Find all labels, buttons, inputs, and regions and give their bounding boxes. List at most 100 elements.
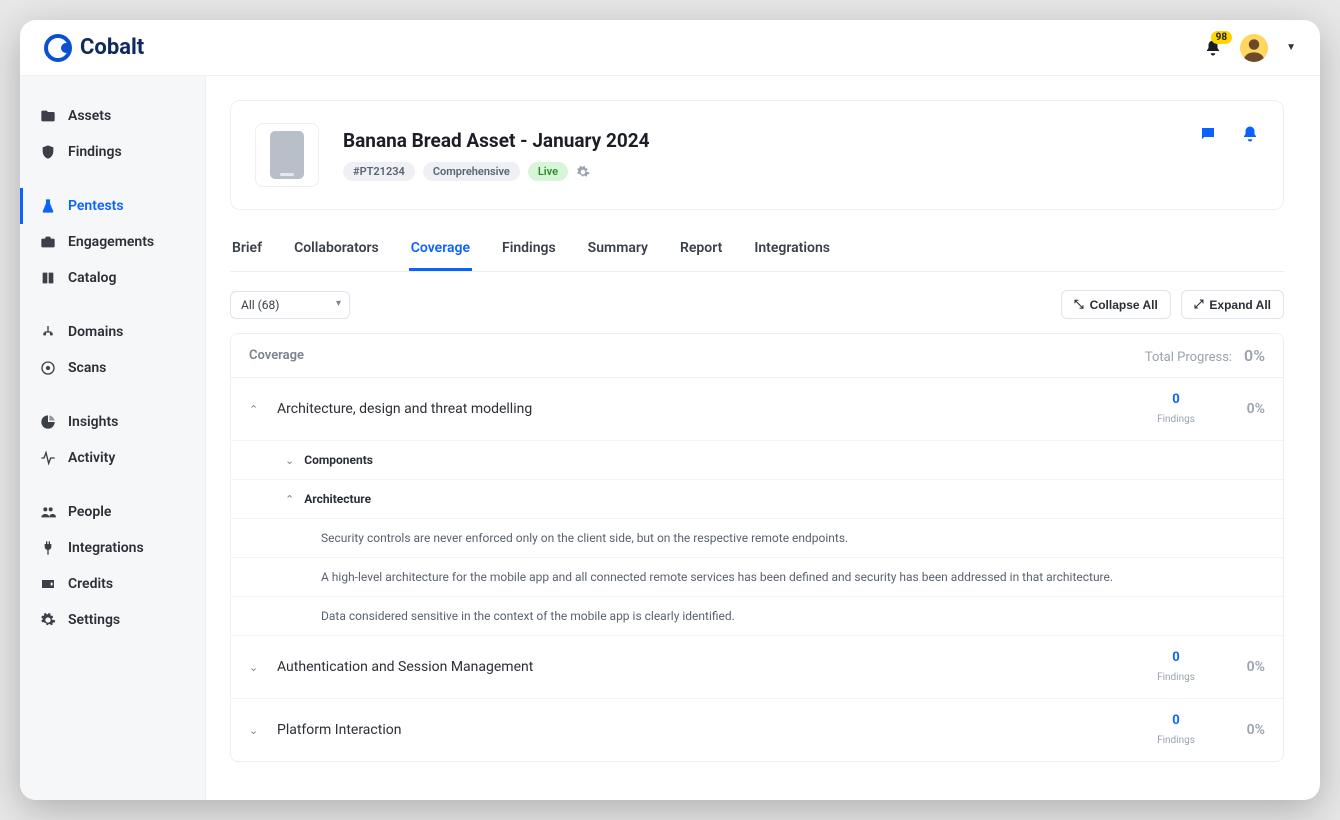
sidebar-item-domains[interactable]: Domains xyxy=(20,314,205,350)
brand-logo-icon xyxy=(44,34,72,62)
sidebar-item-findings[interactable]: Findings xyxy=(20,134,205,170)
asset-id-chip: #PT21234 xyxy=(343,162,415,181)
body: Assets Findings Pentests Engagements xyxy=(20,76,1320,800)
tab-integrations[interactable]: Integrations xyxy=(752,228,832,271)
filter-label: All (68) xyxy=(241,298,279,312)
coverage-leaf[interactable]: Data considered sensitive in the context… xyxy=(231,597,1283,636)
row-title: Architecture, design and threat modellin… xyxy=(277,401,1141,417)
tab-findings[interactable]: Findings xyxy=(500,228,558,271)
sidebar-item-activity[interactable]: Activity xyxy=(20,440,205,476)
subrow-title: Components xyxy=(304,453,373,467)
row-findings[interactable]: 0 Findings xyxy=(1141,713,1211,747)
row-pct: 0% xyxy=(1211,659,1265,675)
expand-label: Expand All xyxy=(1209,298,1271,312)
target-icon xyxy=(40,360,56,376)
tab-coverage[interactable]: Coverage xyxy=(409,228,472,271)
sidebar-item-label: Pentests xyxy=(68,198,124,214)
sidebar-item-insights[interactable]: Insights xyxy=(20,404,205,440)
sidebar-item-label: Engagements xyxy=(68,234,154,250)
chevron-up-icon: ⌃ xyxy=(285,493,294,506)
sidebar-item-label: Catalog xyxy=(68,270,116,286)
pie-icon xyxy=(40,414,56,430)
coverage-leaf[interactable]: A high-level architecture for the mobile… xyxy=(231,558,1283,597)
row-title: Platform Interaction xyxy=(277,722,1141,738)
total-progress-label: Total Progress: xyxy=(1145,350,1232,365)
asset-type-chip: Comprehensive xyxy=(423,162,520,181)
briefcase-icon xyxy=(40,234,56,250)
sidebar-item-label: Findings xyxy=(68,144,122,160)
notifications-badge: 98 xyxy=(1211,31,1232,44)
sidebar: Assets Findings Pentests Engagements xyxy=(20,76,206,800)
chevron-down-icon: ⌄ xyxy=(249,661,267,674)
chevron-down-icon: ⌄ xyxy=(249,724,267,737)
sidebar-item-label: Assets xyxy=(68,108,111,124)
gear-icon xyxy=(40,612,56,628)
topbar-actions: 98 ▼ xyxy=(1204,34,1296,62)
row-findings[interactable]: 0 Findings xyxy=(1141,650,1211,684)
asset-header-card: Banana Bread Asset - January 2024 #PT212… xyxy=(230,100,1284,210)
tab-collaborators[interactable]: Collaborators xyxy=(292,228,381,271)
subscribe-button[interactable] xyxy=(1241,125,1259,143)
sidebar-item-integrations[interactable]: Integrations xyxy=(20,530,205,566)
asset-status-chip: Live xyxy=(528,162,568,181)
sidebar-item-people[interactable]: People xyxy=(20,494,205,530)
collapse-all-button[interactable]: ⤡ Collapse All xyxy=(1061,290,1171,319)
account-menu-caret[interactable]: ▼ xyxy=(1286,42,1296,53)
sidebar-item-assets[interactable]: Assets xyxy=(20,98,205,134)
coverage-row[interactable]: ⌄ Authentication and Session Management … xyxy=(231,636,1283,699)
sidebar-item-credits[interactable]: Credits xyxy=(20,566,205,602)
sidebar-item-settings[interactable]: Settings xyxy=(20,602,205,638)
sidebar-item-label: Settings xyxy=(68,612,120,628)
main-content: Banana Bread Asset - January 2024 #PT212… xyxy=(206,76,1320,800)
coverage-header-label: Coverage xyxy=(249,348,304,363)
sidebar-item-engagements[interactable]: Engagements xyxy=(20,224,205,260)
notifications-button[interactable]: 98 xyxy=(1204,39,1222,57)
chevron-down-icon: ⌄ xyxy=(285,454,294,467)
expand-all-button[interactable]: ⤢ Expand All xyxy=(1181,290,1284,319)
avatar[interactable] xyxy=(1240,34,1268,62)
coverage-row[interactable]: ⌃ Architecture, design and threat modell… xyxy=(231,378,1283,441)
filter-select[interactable]: All (68) xyxy=(230,291,350,319)
brand[interactable]: Cobalt xyxy=(44,34,144,62)
chevron-up-icon: ⌃ xyxy=(249,403,267,416)
asset-thumbnail xyxy=(255,123,319,187)
asset-chips: #PT21234 Comprehensive Live xyxy=(343,162,650,181)
coverage-subrow[interactable]: ⌄ Components xyxy=(231,441,1283,480)
sidebar-item-label: Insights xyxy=(68,414,118,430)
subrow-title: Architecture xyxy=(304,492,371,506)
coverage-table: Coverage Total Progress: 0% ⌃ Architectu… xyxy=(230,333,1284,762)
tabs: Brief Collaborators Coverage Findings Su… xyxy=(230,228,1284,272)
coverage-leaf[interactable]: Security controls are never enforced onl… xyxy=(231,519,1283,558)
collapse-icon: ⤡ xyxy=(1074,297,1084,312)
coverage-row[interactable]: ⌄ Platform Interaction 0 Findings 0% xyxy=(231,699,1283,761)
row-pct: 0% xyxy=(1211,722,1265,738)
sidebar-item-label: Domains xyxy=(68,324,123,340)
shield-icon xyxy=(40,144,56,160)
collapse-label: Collapse All xyxy=(1090,298,1158,312)
sidebar-item-pentests[interactable]: Pentests xyxy=(20,188,205,224)
sidebar-item-label: Activity xyxy=(68,450,115,466)
total-progress-value: 0% xyxy=(1244,346,1265,365)
sidebar-item-label: Scans xyxy=(68,360,106,376)
sidebar-item-label: People xyxy=(68,504,111,520)
plug-icon xyxy=(40,540,56,556)
tab-report[interactable]: Report xyxy=(678,228,724,271)
sidebar-item-scans[interactable]: Scans xyxy=(20,350,205,386)
tab-summary[interactable]: Summary xyxy=(586,228,650,271)
mobile-device-icon xyxy=(270,131,304,179)
sidebar-item-catalog[interactable]: Catalog xyxy=(20,260,205,296)
coverage-table-header: Coverage Total Progress: 0% xyxy=(231,334,1283,378)
topbar: Cobalt 98 ▼ xyxy=(20,20,1320,76)
row-title: Authentication and Session Management xyxy=(277,659,1141,675)
people-icon xyxy=(40,504,56,520)
flask-icon xyxy=(40,198,56,214)
expand-icon: ⤢ xyxy=(1194,297,1204,312)
row-findings[interactable]: 0 Findings xyxy=(1141,392,1211,426)
coverage-subrow[interactable]: ⌃ Architecture xyxy=(231,480,1283,519)
row-pct: 0% xyxy=(1211,401,1265,417)
asset-settings-button[interactable] xyxy=(576,165,590,179)
asset-title: Banana Bread Asset - January 2024 xyxy=(343,129,650,152)
sitemap-icon xyxy=(40,324,56,340)
chat-button[interactable] xyxy=(1199,125,1217,143)
tab-brief[interactable]: Brief xyxy=(230,228,264,271)
